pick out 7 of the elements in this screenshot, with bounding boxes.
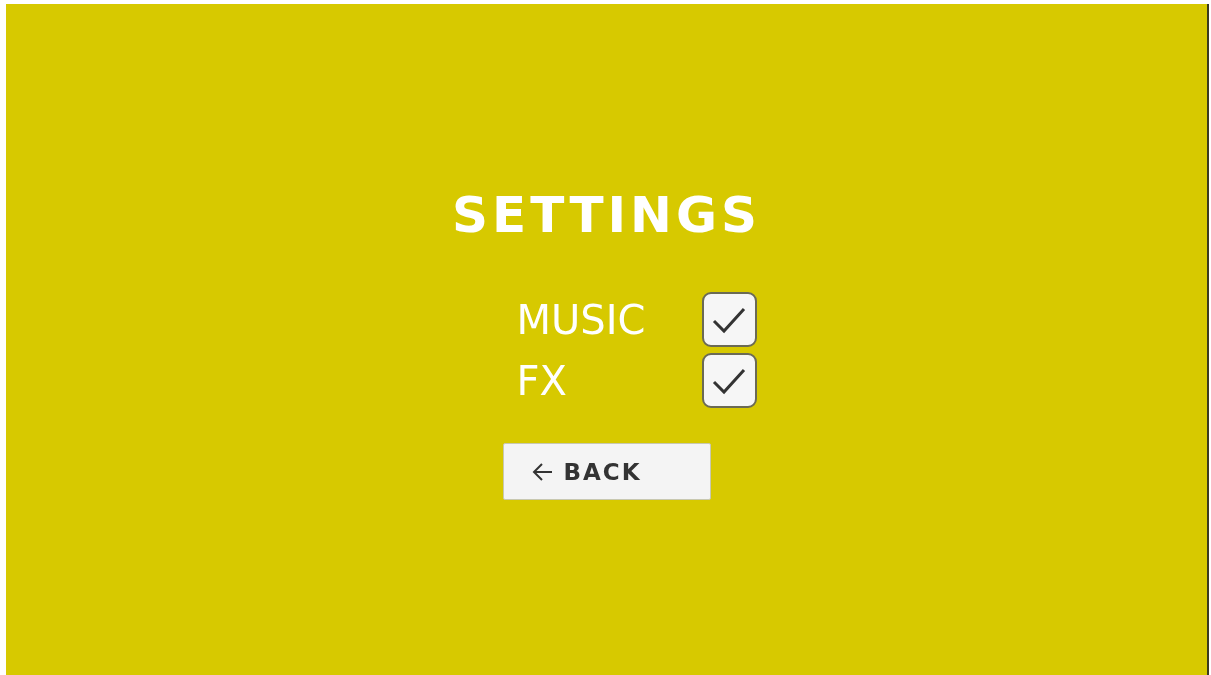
back-arrow-icon: [531, 461, 554, 482]
checkbox[interactable]: [701, 292, 757, 347]
screen-title: SETTINGS: [452, 186, 761, 244]
checkbox[interactable]: [701, 353, 757, 408]
option-label: MUSIC: [516, 295, 646, 344]
option-label: FX: [516, 356, 567, 405]
back-button[interactable]: BACK: [502, 443, 711, 500]
